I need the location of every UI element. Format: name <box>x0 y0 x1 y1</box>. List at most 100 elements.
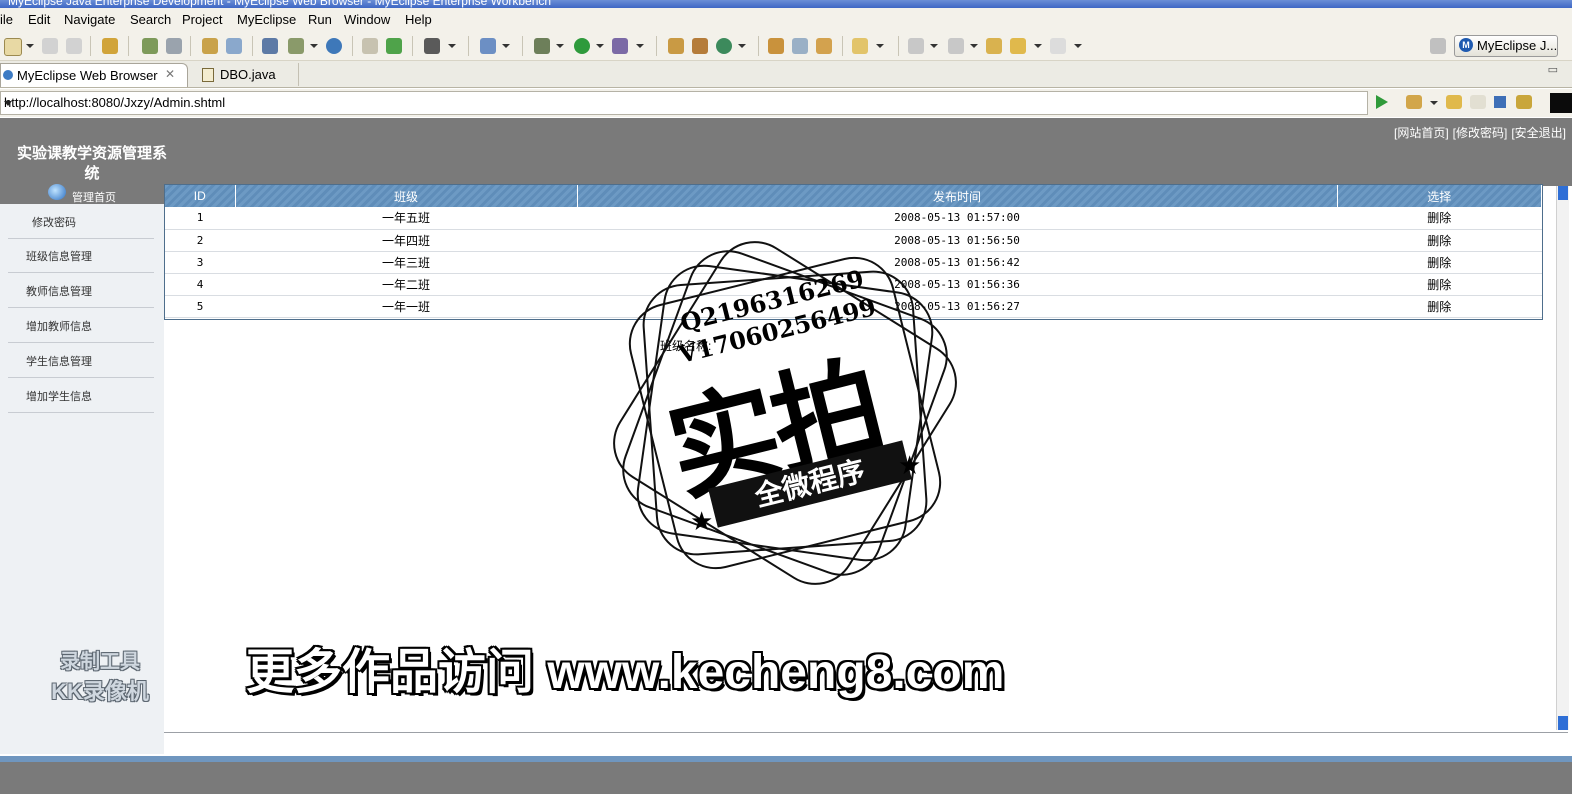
top-links: [网站首页] [修改密码] [安全退出] <box>1390 124 1566 141</box>
add-server-icon[interactable] <box>288 38 304 54</box>
server-icon[interactable] <box>166 38 182 54</box>
minimize-icon[interactable]: ▭ <box>1548 63 1558 76</box>
search-folder-icon[interactable] <box>852 38 868 54</box>
previous-annotation-icon[interactable] <box>948 38 964 54</box>
new-wizard-dropdown-icon[interactable] <box>502 44 510 48</box>
new-icon[interactable] <box>4 38 22 56</box>
sidebar-item-teacher-management[interactable]: 教师信息管理 <box>8 273 154 308</box>
perspective-button[interactable]: M MyEclipse J... <box>1454 35 1558 57</box>
camera-dropdown-icon[interactable] <box>448 44 456 48</box>
menu-run[interactable]: Run <box>308 12 332 27</box>
promo-watermark: 更多作品访问 www.kecheng8.com <box>246 646 1005 699</box>
favorites-icon[interactable] <box>1406 95 1422 109</box>
open-type-icon[interactable] <box>768 38 784 54</box>
browser-forward-icon[interactable] <box>1470 95 1486 109</box>
menu-file[interactable]: ile <box>0 12 13 27</box>
url-history-dropdown-icon[interactable] <box>4 101 12 106</box>
new-dropdown-icon[interactable] <box>26 44 34 48</box>
cell-class: 一年四班 <box>235 229 577 252</box>
menu-project[interactable]: Project <box>182 12 222 27</box>
back-dropdown-icon[interactable] <box>1034 44 1042 48</box>
new-java-project-icon[interactable] <box>668 38 684 54</box>
cell-id: 2 <box>165 229 235 252</box>
sidebar-item-class-management[interactable]: 班级信息管理 <box>8 238 154 273</box>
search-dropdown-icon[interactable] <box>876 44 884 48</box>
toolbar-separator <box>90 36 91 56</box>
sidebar-item-label: 增加学生信息 <box>26 391 92 403</box>
sidebar-item-student-management[interactable]: 学生信息管理 <box>8 343 154 378</box>
run-icon[interactable] <box>574 38 590 54</box>
sidebar-item-add-teacher[interactable]: 增加教师信息 <box>8 308 154 343</box>
package-icon[interactable] <box>102 38 118 54</box>
main-toolbar: M MyEclipse J... <box>0 32 1572 61</box>
globe-icon[interactable] <box>326 38 342 54</box>
print-icon[interactable] <box>66 38 82 54</box>
editor-tab-bar: MyEclipse Web Browser ✕ DBO.java ▭ <box>0 61 1572 88</box>
external-tools-dropdown-icon[interactable] <box>636 44 644 48</box>
link-change-password[interactable]: [修改密码] <box>1453 126 1508 140</box>
open-resource-icon[interactable] <box>816 38 832 54</box>
menu-navigate[interactable]: Navigate <box>64 12 115 27</box>
next-annotation-icon[interactable] <box>908 38 924 54</box>
web-search-icon[interactable] <box>226 38 242 54</box>
previous-annotation-dropdown-icon[interactable] <box>970 44 978 48</box>
next-annotation-dropdown-icon[interactable] <box>930 44 938 48</box>
toolbar-separator <box>898 36 899 56</box>
menu-edit[interactable]: Edit <box>28 12 50 27</box>
admin-home-link[interactable]: 管理首页 <box>0 184 164 204</box>
scroll-down-icon[interactable] <box>1558 716 1568 730</box>
close-icon[interactable]: ✕ <box>165 67 175 81</box>
open-folder-icon[interactable] <box>362 38 378 54</box>
menu-myeclipse[interactable]: MyEclipse <box>237 12 296 27</box>
menu-window[interactable]: Window <box>344 12 390 27</box>
delete-link[interactable]: 删除 <box>1337 273 1542 296</box>
toolbar-separator <box>522 36 523 56</box>
menu-search[interactable]: Search <box>130 12 171 27</box>
external-tools-icon[interactable] <box>612 38 628 54</box>
new-class-icon[interactable] <box>716 38 732 54</box>
tab-myeclipse-web-browser[interactable]: MyEclipse Web Browser ✕ <box>0 63 188 87</box>
delete-link[interactable]: 删除 <box>1337 229 1542 252</box>
run-dropdown-icon[interactable] <box>596 44 604 48</box>
refresh-icon[interactable] <box>1516 95 1532 109</box>
last-edit-location-icon[interactable] <box>986 38 1002 54</box>
delete-link[interactable]: 删除 <box>1337 295 1542 318</box>
new-wizard-icon[interactable] <box>480 38 496 54</box>
delete-link[interactable]: 删除 <box>1337 207 1542 230</box>
myeclipse-icon: M <box>1459 38 1473 52</box>
debug-dropdown-icon[interactable] <box>556 44 564 48</box>
sidebar-item-add-student[interactable]: 增加学生信息 <box>8 378 154 413</box>
camera-icon[interactable] <box>424 38 440 54</box>
stop-icon[interactable] <box>1494 96 1506 108</box>
page-scrollbar[interactable] <box>1556 186 1569 730</box>
delete-link[interactable]: 删除 <box>1337 251 1542 274</box>
save-icon[interactable] <box>42 38 58 54</box>
page-footer-bar <box>0 756 1572 794</box>
go-icon[interactable] <box>1376 95 1388 109</box>
toolbar-separator <box>758 36 759 56</box>
browser-back-icon[interactable] <box>1446 95 1462 109</box>
tool-icon[interactable] <box>792 38 808 54</box>
favorites-dropdown-icon[interactable] <box>1430 101 1438 105</box>
link-logout[interactable]: [安全退出] <box>1511 126 1566 140</box>
back-arrow-icon[interactable] <box>1010 38 1026 54</box>
url-input[interactable]: http://localhost:8080/Jxzy/Admin.shtml <box>0 91 1368 115</box>
forward-dropdown-icon[interactable] <box>1074 44 1082 48</box>
open-perspective-icon[interactable] <box>1430 38 1446 54</box>
debug-icon[interactable] <box>534 38 550 54</box>
menu-help[interactable]: Help <box>405 12 432 27</box>
new-package-icon[interactable] <box>692 38 708 54</box>
table-row: 1 一年五班 2008-05-13 01:57:00 删除 <box>165 207 1542 230</box>
url-text: http://localhost:8080/Jxzy/Admin.shtml <box>4 95 226 110</box>
add-icon[interactable] <box>386 38 402 54</box>
add-server-dropdown-icon[interactable] <box>310 44 318 48</box>
link-site-home[interactable]: [网站首页] <box>1394 126 1449 140</box>
sidebar-item-change-password[interactable]: 修改密码 <box>8 204 154 239</box>
scroll-up-icon[interactable] <box>1558 186 1568 200</box>
hierarchy-icon[interactable] <box>262 38 278 54</box>
tab-dbo-java[interactable]: DBO.java <box>188 63 299 86</box>
debug-bug-icon[interactable] <box>142 38 158 54</box>
new-class-dropdown-icon[interactable] <box>738 44 746 48</box>
deploy-icon[interactable] <box>202 38 218 54</box>
forward-arrow-icon[interactable] <box>1050 38 1066 54</box>
